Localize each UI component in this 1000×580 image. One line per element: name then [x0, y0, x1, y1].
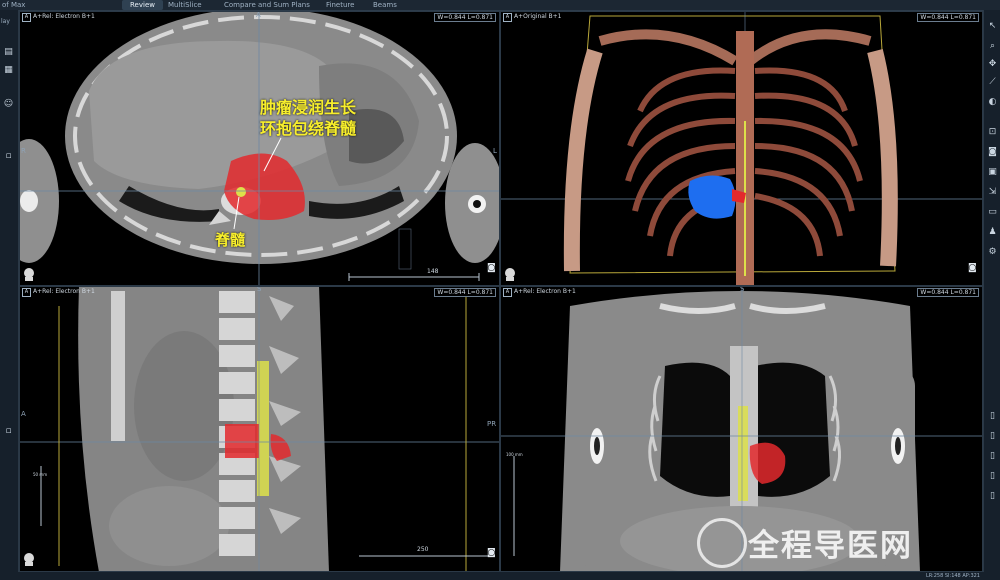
left-toolbar-label: lay	[1, 18, 10, 25]
contrast-icon[interactable]: ◐	[987, 96, 998, 107]
status-coordinates: LR:258 SI:148 AP:321	[925, 573, 980, 579]
monitor-icon[interactable]: ▭	[987, 206, 998, 217]
viewport-label-text: A+Rel: Electron B+1	[33, 13, 95, 20]
export-icon[interactable]: ⇲	[987, 186, 998, 197]
settings-icon[interactable]: ⚙	[987, 246, 998, 257]
snapshot-camera-icon[interactable]: ◙	[968, 263, 977, 273]
patient-orientation-icon	[505, 268, 515, 281]
viewport-label-text: A+Original B+1	[514, 13, 562, 20]
save-icon[interactable]: ▣	[987, 166, 998, 177]
user-icon[interactable]: ♟	[987, 226, 998, 237]
axial-viewport[interactable]: A A+Rel: Electron B+1 W=0.844 L=0.871 A R…	[19, 11, 500, 286]
watermark-text: 全程导医网	[748, 528, 913, 564]
pan-icon[interactable]: ✥	[987, 58, 998, 69]
orientation-top: A	[256, 11, 261, 19]
pointer-icon[interactable]: ↖	[987, 20, 998, 31]
scale-label: 148	[427, 268, 439, 275]
top-tab-bar: of Max Review MultiSlice Compare and Sum…	[0, 0, 1000, 11]
grid-icon[interactable]: ▦	[3, 64, 14, 75]
watermark-logo	[697, 518, 747, 568]
patient-orientation-icon	[24, 553, 34, 566]
person-icon[interactable]: ☺	[3, 98, 14, 109]
viewport-label: A A+Original B+1	[503, 13, 561, 22]
document-icon[interactable]: ▯	[987, 410, 998, 421]
viewport-label: A A+Rel: Electron B+1	[503, 288, 576, 297]
measure-icon[interactable]: ⟋	[987, 76, 998, 87]
window-level-readout[interactable]: W=0.844 L=0.871	[434, 13, 496, 22]
orientation-top: S	[257, 286, 262, 293]
window-level-readout[interactable]: W=0.844 L=0.871	[917, 288, 979, 297]
zoom-icon[interactable]: ⌕	[987, 40, 998, 51]
sagittal-ct-image	[19, 286, 500, 572]
3d-render-viewport[interactable]: A A+Original B+1 W=0.844 L=0.871 ◙	[500, 11, 983, 286]
orientation-left: R	[21, 147, 26, 155]
window-level-readout[interactable]: W=0.844 L=0.871	[917, 13, 979, 22]
tab-fineture[interactable]: Fineture	[318, 0, 362, 10]
scale-label: 250	[417, 546, 429, 553]
tumor-annotation-line2: 环抱包绕脊髓	[260, 119, 357, 138]
crop-icon[interactable]: ⊡	[987, 126, 998, 137]
tab-review[interactable]: Review	[122, 0, 163, 10]
axial-ct-image	[19, 11, 500, 286]
orientation-top: S	[740, 286, 745, 293]
orientation-left: A	[21, 410, 26, 418]
spinal-cord-annotation: 脊髓	[215, 231, 246, 249]
snapshot-camera-icon[interactable]: ◙	[487, 263, 496, 273]
viewport-label: A A+Rel: Electron B+1	[22, 288, 95, 297]
ruler-label: 100 mm	[506, 452, 523, 457]
document-3-icon[interactable]: ▯	[987, 470, 998, 481]
sagittal-viewport[interactable]: A A+Rel: Electron B+1 W=0.844 L=0.871 S A…	[19, 286, 500, 572]
ruler-label: 50 mm	[33, 472, 48, 477]
tab-beams[interactable]: Beams	[365, 0, 405, 10]
3d-skeleton-render	[500, 11, 983, 286]
viewport-label-text: A+Rel: Electron B+1	[33, 288, 95, 295]
orientation-right: L	[493, 147, 497, 155]
right-toolbar: ↖ ⌕ ✥ ⟋ ◐ ⊡ ◙ ▣ ⇲ ▭ ♟ ⚙ ▯ ▯ ▯ ▯ ▯	[983, 10, 1000, 572]
camera-icon[interactable]: ◙	[987, 146, 998, 157]
tab-multislice[interactable]: MultiSlice	[160, 0, 210, 10]
viewport-label: A A+Rel: Electron B+1	[22, 13, 95, 22]
panel-icon[interactable]: ▫	[3, 425, 14, 436]
document-active-icon[interactable]: ▯	[987, 430, 998, 441]
document-4-icon[interactable]: ▯	[987, 490, 998, 501]
status-bar: LR:258 SI:148 AP:321	[0, 572, 1000, 580]
tab-compare-and-sum-plans[interactable]: Compare and Sum Plans	[216, 0, 318, 10]
document-2-icon[interactable]: ▯	[987, 450, 998, 461]
patient-orientation-icon	[24, 268, 34, 281]
window-level-readout[interactable]: W=0.844 L=0.871	[434, 288, 496, 297]
layout-icon[interactable]: ▤	[3, 46, 14, 57]
left-toolbar: lay ▤ ▦ ☺ ▫ ▫	[0, 10, 19, 572]
orientation-right: PR	[487, 420, 497, 428]
viewport-label-text: A+Rel: Electron B+1	[514, 288, 576, 295]
mode-icon[interactable]: ▫	[3, 150, 14, 161]
app-title: of Max	[2, 1, 26, 9]
snapshot-camera-icon[interactable]: ◙	[487, 548, 496, 558]
